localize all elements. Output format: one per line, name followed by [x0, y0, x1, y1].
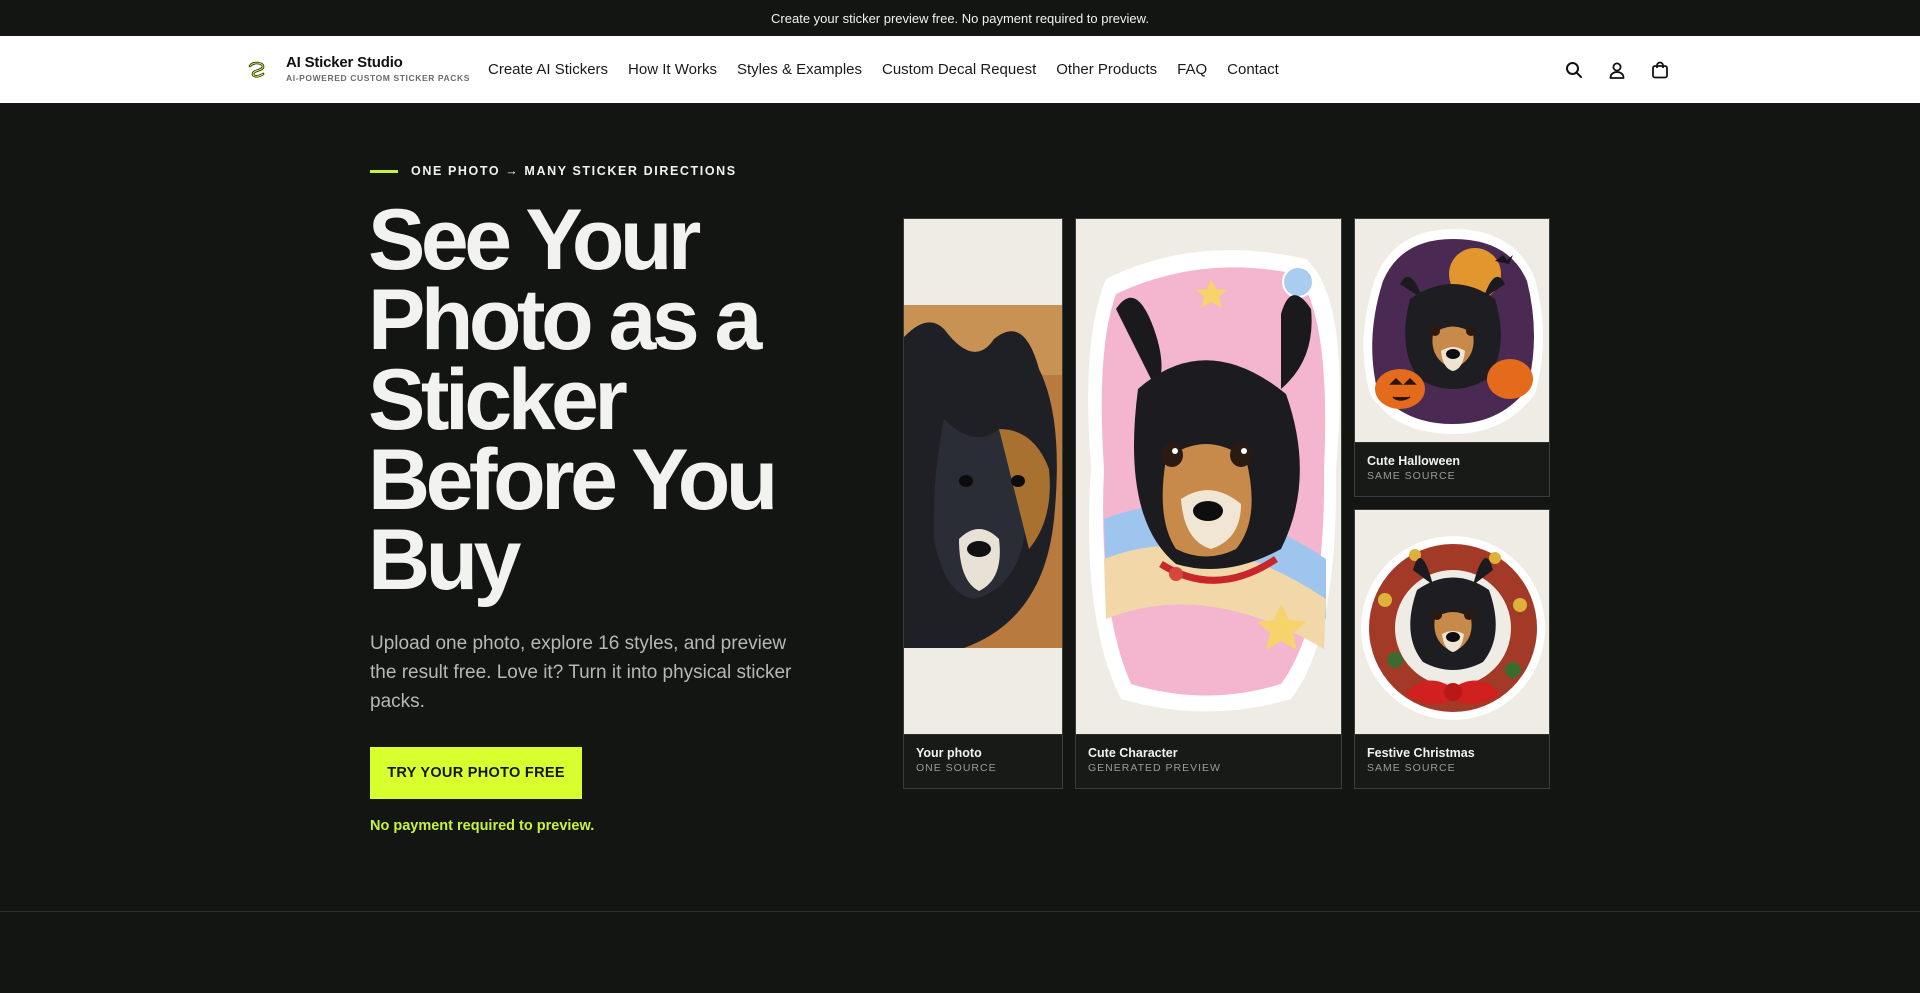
brand-tagline: AI-POWERED CUSTOM STICKER PACKS [286, 73, 471, 83]
nav-create-ai-stickers[interactable]: Create AI Stickers [488, 61, 608, 78]
nav-other-products[interactable]: Other Products [1056, 61, 1157, 78]
preview-card-festive-christmas: Festive Christmas SAME SOURCE [1354, 509, 1550, 789]
eyebrow-text: ONE PHOTO → MANY STICKER DIRECTIONS [411, 164, 737, 178]
header-actions [1564, 36, 1670, 103]
announcement-text: Create your sticker preview free. No pay… [771, 10, 1149, 26]
brand-logo-link[interactable]: AI Sticker Studio AI-POWERED CUSTOM STIC… [245, 54, 470, 83]
card-subtitle: GENERATED PREVIEW [1088, 762, 1221, 774]
preview-card-your-photo: Your photo ONE SOURCE [903, 218, 1063, 789]
site-header: AI Sticker Studio AI-POWERED CUSTOM STIC… [0, 36, 1920, 103]
main-nav: Create AI Stickers How It Works Styles &… [488, 36, 1279, 103]
hero-eyebrow: ONE PHOTO → MANY STICKER DIRECTIONS [370, 164, 737, 178]
cart-icon[interactable] [1650, 60, 1670, 80]
card-title: Cute Character [1088, 746, 1178, 760]
cta-note: No payment required to preview. [370, 818, 595, 834]
card-subtitle: SAME SOURCE [1367, 762, 1456, 774]
cute-character-sticker-image [1076, 219, 1341, 734]
preview-card-cute-character: Cute Character GENERATED PREVIEW [1075, 218, 1342, 789]
preview-card-cute-halloween: Cute Halloween SAME SOURCE [1354, 218, 1550, 497]
brand-name: AI Sticker Studio [286, 54, 403, 71]
card-title: Festive Christmas [1367, 746, 1475, 760]
nav-custom-decal-request[interactable]: Custom Decal Request [882, 61, 1036, 78]
account-icon[interactable] [1607, 60, 1627, 80]
hero-title: See Your Photo as a Sticker Before You B… [368, 192, 778, 608]
hero-subtitle: Upload one photo, explore 16 styles, and… [370, 633, 792, 712]
announcement-bar: Create your sticker preview free. No pay… [0, 0, 1920, 36]
search-icon[interactable] [1564, 60, 1584, 80]
section-divider [0, 911, 1920, 912]
eyebrow-accent-line [370, 169, 398, 173]
nav-faq[interactable]: FAQ [1177, 61, 1207, 78]
card-title: Cute Halloween [1367, 454, 1461, 468]
card-caption: Cute Halloween SAME SOURCE [1355, 442, 1549, 496]
nav-how-it-works[interactable]: How It Works [628, 61, 717, 78]
try-photo-free-button[interactable]: TRY YOUR PHOTO FREE [370, 747, 582, 799]
nav-contact[interactable]: Contact [1227, 61, 1279, 78]
card-caption: Your photo ONE SOURCE [904, 734, 1062, 788]
nav-styles-examples[interactable]: Styles & Examples [737, 61, 862, 78]
source-photo-image [904, 219, 1062, 734]
christmas-sticker-image [1355, 510, 1549, 734]
logo-swirl-icon [246, 57, 268, 80]
card-subtitle: ONE SOURCE [916, 762, 997, 774]
card-caption: Cute Character GENERATED PREVIEW [1076, 734, 1341, 788]
card-title: Your photo [916, 746, 982, 760]
card-caption: Festive Christmas SAME SOURCE [1355, 734, 1549, 788]
halloween-sticker-image [1355, 219, 1549, 442]
card-subtitle: SAME SOURCE [1367, 470, 1456, 482]
